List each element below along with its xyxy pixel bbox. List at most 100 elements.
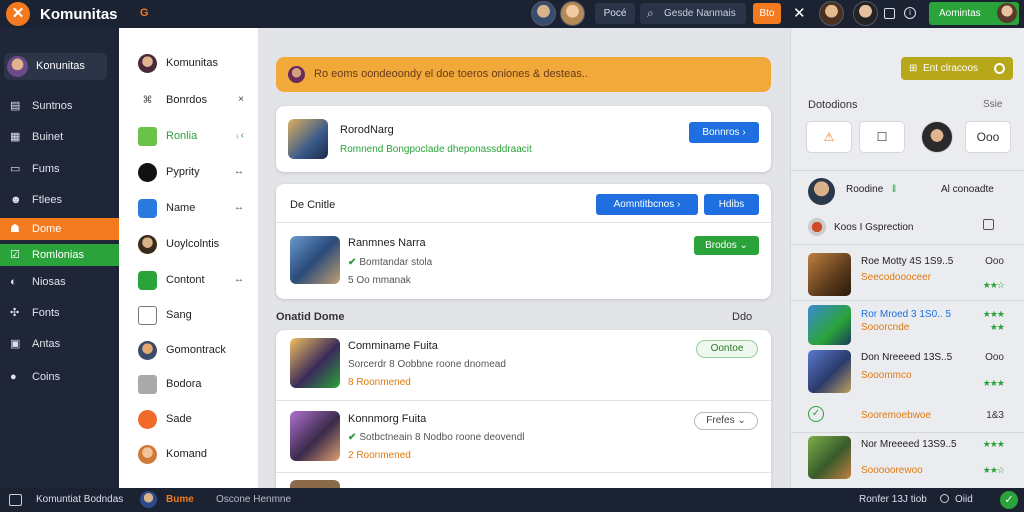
user-avatar-1[interactable]	[531, 1, 556, 26]
warning-tile[interactable]: ⚠	[806, 121, 852, 153]
community-item[interactable]: Sade	[119, 406, 258, 432]
divider	[276, 400, 771, 401]
community-item[interactable]: Ronlia ᵢ ‹	[119, 123, 258, 149]
community-item[interactable]: Uoylcolntis	[119, 231, 258, 257]
game-thumbnail[interactable]	[808, 305, 851, 345]
more-tile[interactable]: Ooo	[965, 121, 1011, 153]
nav-item-buinet[interactable]: ▦ Buinet	[0, 126, 119, 148]
bottom-right-text: Ronfer 13J tiob	[859, 494, 927, 505]
nav-item-dome[interactable]: ☗ Dome	[0, 218, 119, 240]
community-item[interactable]: Bodora	[119, 371, 258, 397]
divider	[791, 300, 1024, 301]
user-avatar-2[interactable]	[560, 1, 585, 26]
community-button-label: Aomintas	[939, 8, 981, 19]
info-icon[interactable]: i	[904, 7, 916, 19]
nav-label: Fums	[32, 163, 60, 175]
game-rating-secondary: ★★☆	[982, 465, 1005, 475]
nav-item-niosas[interactable]: ◐ Niosas	[0, 271, 119, 293]
nav-item-antas[interactable]: ▣ Antas	[0, 333, 119, 355]
orange-action-button[interactable]: Bto	[753, 3, 781, 24]
square-icon[interactable]	[884, 8, 895, 19]
nav-label: Buinet	[32, 131, 64, 143]
post-follow-button[interactable]: Oontoe	[696, 340, 758, 358]
community-button[interactable]: Aomintas	[929, 2, 1019, 25]
post-subtitle: Sorcerdr 8 Oobbne roone dnomead	[348, 359, 506, 370]
half-circle-icon: ◐	[10, 276, 17, 288]
post-thumbnail[interactable]	[290, 338, 340, 388]
nav-item-fums[interactable]: ▭ Fums	[0, 158, 119, 180]
leaf-icon	[138, 127, 157, 146]
community-item[interactable]: Gomontrack	[119, 337, 258, 363]
community-item[interactable]: Komand	[119, 441, 258, 467]
close-icon[interactable]: ✕	[793, 4, 806, 22]
community-item[interactable]: Name ↔	[119, 195, 258, 221]
app-logo-icon[interactable]: ✕	[6, 2, 30, 26]
face-icon: ☻	[10, 194, 22, 206]
nav-item-ftlees[interactable]: ☻ Ftlees	[0, 189, 119, 211]
game-thumbnail[interactable]	[808, 436, 851, 479]
avatar-tile[interactable]	[921, 121, 953, 153]
window-icon[interactable]	[9, 494, 22, 506]
current-user-label: Konunitas	[36, 60, 85, 72]
status-icon	[940, 494, 949, 503]
bottom-right-label[interactable]: Oiid	[955, 494, 973, 505]
community-avatar-icon	[138, 235, 157, 254]
profile-avatar[interactable]	[808, 178, 835, 205]
top-pill-button[interactable]: Pocé	[595, 3, 635, 24]
user-avatar-4[interactable]	[853, 1, 878, 26]
community-item-title: Ranmnes Narra	[348, 237, 426, 249]
search-text: Gesde Nanmais	[664, 8, 736, 19]
message-icon	[138, 271, 157, 290]
post-title: Comminame Fuita	[348, 340, 438, 352]
nav-item-suntnos[interactable]: ▤ Suntnos	[0, 95, 119, 117]
featured-thumbnail[interactable]	[288, 119, 328, 159]
post-options-dropdown[interactable]: Frefes ⌄	[694, 412, 758, 430]
game-rating: ★★★	[982, 309, 1005, 319]
post-thumbnail[interactable]	[290, 411, 340, 461]
community-thumbnail[interactable]	[290, 236, 340, 284]
banner-avatar	[288, 66, 305, 83]
game-score: 1&3	[986, 410, 1004, 421]
square-tile[interactable]: ☐	[859, 121, 905, 153]
bottom-left-text: Komuntiat Bodndas	[36, 494, 124, 505]
check-icon[interactable]: ✓	[1000, 491, 1018, 509]
community-secondary-button[interactable]: Hdibs	[704, 194, 759, 215]
game-thumbnail[interactable]	[808, 350, 851, 393]
community-item-dropdown[interactable]: Brodos ⌄	[694, 236, 759, 255]
verified-icon: ǁ	[892, 184, 897, 195]
community-item-label: Sang	[166, 309, 192, 321]
community-item-meta: 5 Oo mmanak	[348, 275, 411, 286]
divider	[276, 472, 771, 473]
community-item[interactable]: Sang	[119, 302, 258, 328]
post-title: Konnmorg Fuita	[348, 413, 427, 425]
nav-item-romlonias[interactable]: ☑ Romlonias	[0, 244, 119, 266]
check-circle-icon[interactable]: ✓	[808, 406, 824, 422]
post-thumbnail[interactable]	[290, 480, 340, 488]
bottom-brand[interactable]: Bume	[166, 494, 194, 505]
notice-banner[interactable]: Ro eoms oondeoondy el doe toeros oniones…	[276, 57, 771, 92]
nav-item-coins[interactable]: ● Coins	[0, 366, 119, 388]
community-item[interactable]: ⌘ Bonrdos ×	[119, 87, 258, 113]
bottom-avatar[interactable]	[140, 491, 157, 508]
copy-icon[interactable]	[983, 219, 994, 230]
community-item-action: ᵢ ‹	[236, 130, 244, 141]
community-primary-button[interactable]: Aomntitbcnos ›	[596, 194, 698, 215]
box-icon: ▭	[10, 163, 21, 175]
community-item-subtitle: ✔ Bomtandar stola	[348, 257, 432, 268]
community-item[interactable]: Contont ↔	[119, 267, 258, 293]
featured-action-button[interactable]: Bonnros ›	[689, 122, 759, 143]
nav-label: Dome	[32, 223, 62, 235]
community-list-panel: Komunitas ⌘ Bonrdos × Ronlia ᵢ ‹ Pyprity ↔ N…	[119, 28, 258, 488]
section-heading: Onatid Dome	[276, 311, 345, 323]
community-item[interactable]: Komunitas	[119, 50, 258, 76]
game-thumbnail[interactable]	[808, 253, 851, 296]
right-top-button[interactable]: ⊞ Ent clracoos	[901, 57, 1013, 80]
page-icon	[138, 306, 157, 325]
banner-text: Ro eoms oondeoondy el doe toeros oniones…	[314, 68, 588, 80]
community-item[interactable]: Pyprity ↔	[119, 159, 258, 185]
user-avatar-3[interactable]	[819, 1, 844, 26]
nav-label: Coins	[32, 371, 61, 383]
nav-item-fonts[interactable]: ✣ Fonts	[0, 302, 119, 324]
current-user-pill[interactable]: Konunitas	[4, 53, 107, 80]
search-input[interactable]: ⌕ Gesde Nanmais	[640, 3, 746, 24]
